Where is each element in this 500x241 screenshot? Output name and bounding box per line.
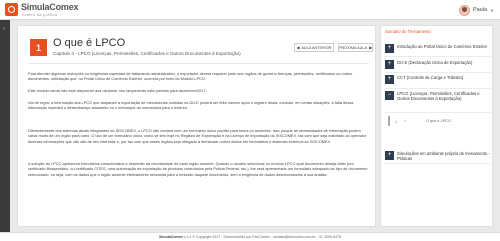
expand-icon[interactable]: +: [385, 151, 394, 160]
lesson-paragraph: Para atender algumas restrições ou exigê…: [28, 72, 353, 82]
active-indicator: [388, 116, 390, 126]
training-summary-panel: Sumário do Treinamento + Introdução ao P…: [380, 25, 493, 227]
summary-subitem-o-que-e-lpco[interactable]: 1 ○ O que é LPCO: [388, 116, 491, 126]
divider: [28, 63, 369, 64]
previous-lesson-label: AULA ANTERIOR: [301, 45, 332, 50]
arrow-right-icon: ▶: [369, 46, 372, 50]
summary-item-label: CCT (Controle de Carga e Trânsito): [397, 75, 464, 80]
previous-lesson-button[interactable]: ◀ AULA ANTERIOR: [294, 43, 334, 52]
collapse-icon[interactable]: −: [385, 91, 394, 100]
summary-item-label: DU-E (Declaração Única de Exportação): [397, 60, 473, 65]
lesson-title: O que é LPCO: [53, 37, 126, 49]
lesson-panel: 1 O que é LPCO Capítulo 4 - LPCO (Licenç…: [17, 25, 376, 227]
lesson-subtitle: Capítulo 4 - LPCO (Licenças, Permissões,…: [53, 51, 241, 56]
lesson-paragraph: Via de regra, a informação dos LPCO que …: [28, 101, 354, 111]
summary-item-lpco[interactable]: − LPCO (Licenças, Permissões, Certificad…: [385, 90, 491, 113]
subitem-number: 1: [395, 119, 398, 124]
user-name: Paula: [472, 7, 488, 13]
logo-tagline: comex na prática: [22, 12, 58, 17]
expand-icon[interactable]: +: [385, 75, 394, 84]
lesson-paragraph: Este módulo ainda não está disponível ao…: [28, 89, 207, 93]
expand-icon[interactable]: +: [385, 60, 394, 69]
collapsed-sidebar[interactable]: ›: [0, 20, 10, 232]
lesson-paragraph: A solução do LPCO apresenta formulários …: [28, 162, 368, 177]
footer: SimulaComex v.1.3 © Copyright 2017 · Des…: [0, 232, 500, 241]
summary-item-label: LPCO (Licenças, Permissões, Certificados…: [397, 91, 480, 102]
footer-text: SimulaComex v.1.3 © Copyright 2017 · Des…: [0, 235, 500, 239]
simulacomex-logo[interactable]: SimulaComex comex na prática: [5, 2, 85, 18]
next-lesson-label: PRÓXIMA AULA: [339, 45, 368, 50]
summary-item-cct[interactable]: + CCT (Controle de Carga e Trânsito): [385, 74, 491, 89]
user-menu[interactable]: Paula ▼: [458, 4, 494, 16]
arrow-left-icon: ◀: [296, 46, 300, 50]
lesson-number-badge: 1: [30, 39, 47, 56]
footer-brand: SimulaComex: [158, 235, 183, 239]
summary-item-label: Introdução ao Portal Único de Comércio E…: [397, 44, 488, 49]
summary-heading: Sumário do Treinamento: [385, 29, 431, 34]
next-lesson-button[interactable]: PRÓXIMA AULA ▶: [338, 43, 373, 52]
logo-name: SimulaComex: [21, 2, 79, 12]
lesson-paragraph: Diferentemente dos sistemas atuais integ…: [28, 129, 367, 144]
expand-icon[interactable]: +: [385, 44, 394, 53]
summary-item-label: Simulações em ambiente próprio de treina…: [397, 151, 490, 162]
avatar: [458, 4, 470, 16]
summary-item-introducao[interactable]: + Introdução ao Portal Único de Comércio…: [385, 43, 491, 57]
summary-item-simulacoes[interactable]: + Simulações em ambiente próprio de trei…: [385, 150, 491, 164]
subitem-label: O que é LPCO: [426, 119, 451, 123]
subitem-status-icon: ○: [404, 119, 407, 123]
footer-copyright: v.1.3 © Copyright 2017 · Desenvolvido po…: [182, 235, 342, 239]
chevron-right-icon[interactable]: ›: [3, 26, 5, 32]
logo-mark-icon: [5, 3, 18, 16]
top-bar: SimulaComex comex na prática Paula ▼: [0, 0, 500, 20]
summary-item-due[interactable]: + DU-E (Declaração Única de Exportação): [385, 59, 491, 73]
chevron-down-icon: ▼: [490, 7, 494, 13]
